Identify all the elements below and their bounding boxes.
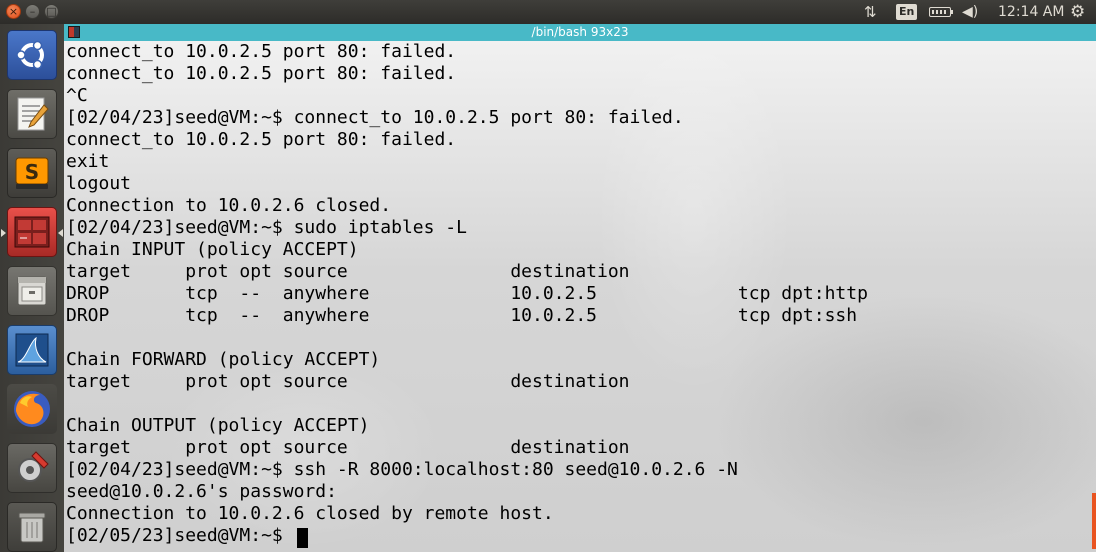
terminal-window[interactable]: /bin/bash 93x23 connect_to 10.0.2.5 port…	[64, 24, 1096, 552]
launcher-focus-arrow	[58, 229, 63, 237]
terminal-line: connect_to 10.0.2.5 port 80: failed.	[66, 129, 457, 150]
terminal-line: target prot opt source destination	[66, 371, 630, 392]
launcher: S	[0, 24, 65, 552]
terminal-line: [02/04/23]seed@VM:~$ ssh -R 8000:localho…	[66, 459, 738, 480]
terminal-cursor	[297, 528, 308, 548]
terminal-line: exit	[66, 151, 110, 172]
terminal-line: connect_to 10.0.2.5 port 80: failed.	[66, 63, 457, 84]
minimize-window-button[interactable]: –	[25, 4, 40, 19]
terminal-scrollbar[interactable]	[1092, 493, 1096, 549]
terminal-line: logout	[66, 173, 132, 194]
ubuntu-dash-icon[interactable]	[7, 30, 57, 80]
sublime-glyph: S	[25, 160, 39, 184]
text-editor-icon[interactable]	[7, 89, 57, 139]
battery-icon[interactable]	[929, 7, 953, 17]
maximize-window-button[interactable]: □	[44, 4, 59, 19]
keyboard-language-indicator[interactable]: En	[896, 4, 918, 20]
firefox-icon[interactable]	[7, 384, 57, 434]
terminal-menu-icon[interactable]	[68, 26, 80, 38]
file-manager-icon[interactable]	[7, 266, 57, 316]
terminal-titlebar[interactable]: /bin/bash 93x23	[64, 24, 1096, 41]
network-icon[interactable]: ⇅	[864, 0, 877, 24]
terminal-line: Connection to 10.0.2.6 closed.	[66, 195, 392, 216]
terminal-line: [02/04/23]seed@VM:~$ sudo iptables -L	[66, 217, 467, 238]
top-panel: × – □ ⇅ En ◀) 12:14 AM ⚙	[0, 0, 1096, 24]
terminal-line: seed@10.0.2.6's password:	[66, 481, 337, 502]
wireshark-icon[interactable]	[7, 325, 57, 375]
system-settings-icon[interactable]	[7, 443, 57, 493]
clock[interactable]: 12:14 AM	[998, 0, 1064, 24]
terminal-line: DROP tcp -- anywhere 10.0.2.5 tcp dpt:ss…	[66, 305, 858, 326]
terminal-line: Chain OUTPUT (policy ACCEPT)	[66, 415, 370, 436]
terminal-icon[interactable]	[7, 207, 57, 257]
terminal-line: ^C	[66, 85, 88, 106]
terminal-line: Connection to 10.0.2.6 closed by remote …	[66, 503, 554, 524]
system-menu-gear-icon[interactable]: ⚙	[1070, 0, 1085, 24]
launcher-active-indicator	[1, 229, 6, 237]
volume-icon[interactable]: ◀)	[962, 0, 978, 24]
terminal-line: [02/04/23]seed@VM:~$ connect_to 10.0.2.5…	[66, 107, 684, 128]
trash-icon[interactable]	[7, 502, 57, 552]
sublime-text-icon[interactable]: S	[7, 148, 57, 198]
terminal-line: Chain INPUT (policy ACCEPT)	[66, 239, 359, 260]
close-window-button[interactable]: ×	[6, 4, 21, 19]
terminal-line: target prot opt source destination	[66, 437, 630, 458]
terminal-line: Chain FORWARD (policy ACCEPT)	[66, 349, 381, 370]
terminal-line: connect_to 10.0.2.5 port 80: failed.	[66, 41, 457, 62]
terminal-line: DROP tcp -- anywhere 10.0.2.5 tcp dpt:ht…	[66, 283, 868, 304]
terminal-line: target prot opt source destination	[66, 261, 630, 282]
terminal-prompt-line[interactable]: [02/05/23]seed@VM:~$	[66, 525, 294, 547]
terminal-title: /bin/bash 93x23	[531, 25, 629, 39]
terminal-body[interactable]: connect_to 10.0.2.5 port 80: failed. con…	[64, 41, 1096, 552]
